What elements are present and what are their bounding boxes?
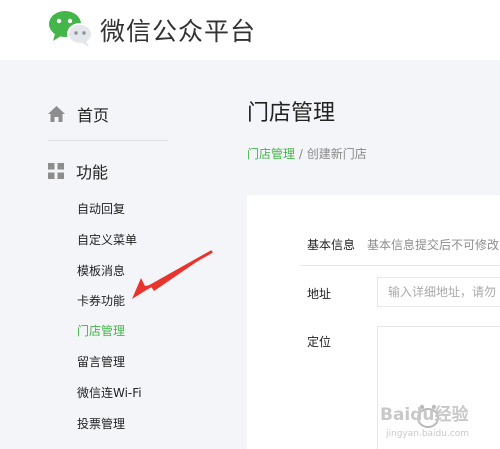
top-bar: 微信公众平台 <box>0 0 500 60</box>
sidebar-item-features-label: 功能 <box>76 163 109 182</box>
wechat-logo-icon <box>49 11 93 47</box>
watermark-brand: Baidu经验 <box>380 404 470 425</box>
breadcrumb-separator: / <box>298 147 303 161</box>
sidebar-item-comment-management[interactable]: 留言管理 <box>77 353 125 370</box>
brand-title: 微信公众平台 <box>100 17 257 46</box>
sidebar-item-features[interactable]: 功能 <box>48 157 108 185</box>
sidebar-divider <box>48 140 168 141</box>
sidebar-item-template-message[interactable]: 模板消息 <box>77 262 125 279</box>
address-label: 地址 <box>307 287 332 301</box>
sidebar-item-custom-menu[interactable]: 自定义菜单 <box>77 231 137 248</box>
breadcrumb-link-store-management[interactable]: 门店管理 <box>247 147 295 161</box>
sidebar-item-auto-reply[interactable]: 自动回复 <box>77 200 125 217</box>
section-divider <box>300 265 500 266</box>
sidebar-item-wifi[interactable]: 微信连Wi-Fi <box>77 384 142 401</box>
breadcrumb-current: 创建新门店 <box>306 147 367 161</box>
sidebar-item-home[interactable]: 首页 <box>48 100 109 128</box>
baidu-paw-icon: Baidu经验 jingyan.baidu.com <box>380 404 470 439</box>
baidu-watermark: Baidu经验 jingyan.baidu.com <box>380 398 492 440</box>
breadcrumb: 门店管理 / 创建新门店 <box>247 145 367 162</box>
sidebar-item-vote-management[interactable]: 投票管理 <box>77 415 125 432</box>
watermark-url: jingyan.baidu.com <box>385 429 469 439</box>
grid-icon <box>48 163 64 179</box>
sidebar-item-card-coupon[interactable]: 卡券功能 <box>77 292 125 309</box>
sidebar-item-store-management[interactable]: 门店管理 <box>77 322 125 339</box>
basic-info-label: 基本信息 <box>307 238 356 252</box>
address-input[interactable] <box>377 277 500 307</box>
basic-info-hint: 基本信息提交后不可修改 <box>367 238 500 252</box>
home-icon <box>48 106 65 122</box>
page-title: 门店管理 <box>247 101 336 126</box>
sidebar-item-home-label: 首页 <box>77 106 110 125</box>
location-label: 定位 <box>307 335 332 349</box>
